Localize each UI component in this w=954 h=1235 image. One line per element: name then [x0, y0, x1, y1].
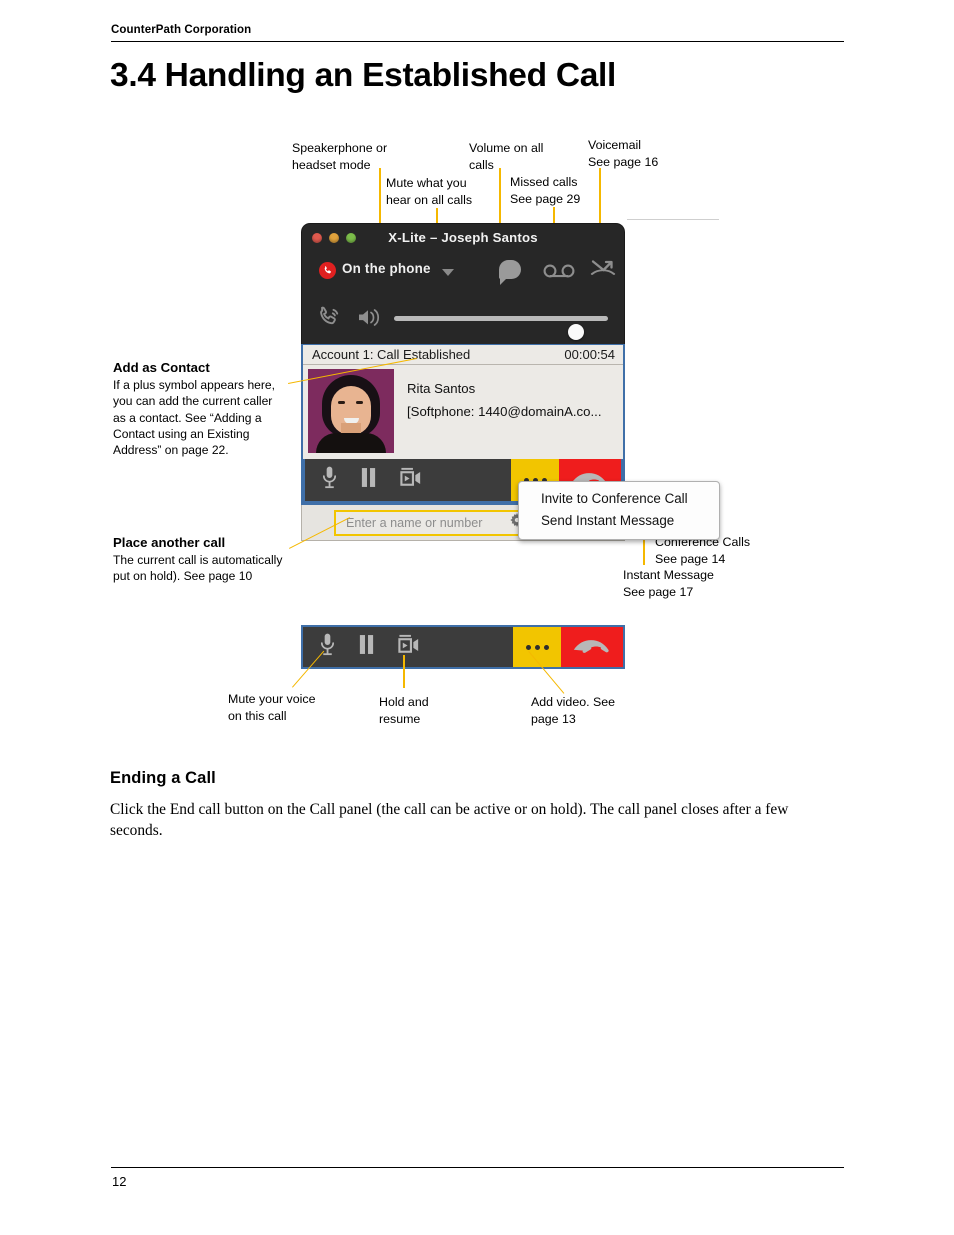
- presence-status-label[interactable]: On the phone: [342, 261, 431, 276]
- menu-item-invite-conference[interactable]: Invite to Conference Call: [519, 488, 719, 510]
- add-video-icon[interactable]: [397, 634, 422, 661]
- callout-mute-hear: Mute what you hear on all calls: [386, 176, 473, 207]
- more-dot: [543, 644, 549, 650]
- voicemail-icon[interactable]: [542, 264, 576, 278]
- microphone-icon[interactable]: [321, 465, 338, 495]
- call-toolbar-left: [305, 459, 511, 501]
- add-video-icon[interactable]: [399, 467, 424, 494]
- hold-pause-icon[interactable]: [360, 467, 377, 493]
- call-status-row: Account 1: Call Established 00:00:54: [303, 345, 623, 365]
- avatar-eye-right: [356, 401, 363, 404]
- context-menu: Invite to Conference Call Send Instant M…: [518, 481, 720, 540]
- callout-instant-message: Instant Message See page 17: [623, 568, 714, 599]
- callout-place-call-body: The current call is automatically put on…: [113, 553, 283, 584]
- caller-name: Rita Santos: [407, 381, 476, 396]
- header-rule: [111, 41, 844, 42]
- section-heading: Ending a Call: [110, 769, 216, 787]
- document-page: CounterPath Corporation 3.4 Handling an …: [0, 0, 954, 1235]
- speakerphone-headset-icon[interactable]: [316, 304, 343, 331]
- call-account-status: Account 1: Call Established: [312, 347, 471, 362]
- missed-calls-icon[interactable]: [590, 259, 616, 283]
- callout-missed-calls: Missed calls See page 29: [510, 175, 581, 206]
- volume-slider-knob[interactable]: [568, 324, 584, 340]
- microphone-icon[interactable]: [319, 632, 336, 662]
- mute-speaker-icon[interactable]: [356, 305, 382, 330]
- artifact-rule: [627, 219, 719, 220]
- call-info: Rita Santos [Softphone: 1440@domainA.co.…: [394, 369, 601, 453]
- hold-pause-icon[interactable]: [358, 634, 375, 660]
- call-duration: 00:00:54: [564, 347, 615, 362]
- more-dot: [525, 644, 531, 650]
- page-title: 3.4 Handling an Established Call: [110, 57, 617, 94]
- callout-hold-resume: Hold and resume: [379, 695, 429, 726]
- callout-place-call-title: Place another call: [113, 535, 226, 550]
- search-input[interactable]: Enter a name or number: [334, 509, 534, 536]
- softphone-titlebar-area: X-Lite – Joseph Santos On the phone: [301, 223, 625, 344]
- volume-row: [302, 302, 624, 340]
- call-toolbar-detail-left: [303, 627, 513, 667]
- more-dot: [534, 644, 540, 650]
- callout-add-contact-body: If a plus symbol appears here, you can a…: [113, 378, 276, 458]
- callout-speakerphone: Speakerphone or headset mode: [292, 141, 388, 172]
- volume-slider-track[interactable]: [394, 316, 608, 340]
- section-paragraph: Click the End call button on the Call pa…: [110, 801, 789, 839]
- end-call-button[interactable]: [561, 627, 623, 667]
- window-title: X-Lite – Joseph Santos: [388, 230, 538, 245]
- avatar-shoulders: [316, 433, 386, 453]
- presence-row: On the phone: [302, 258, 624, 292]
- header-company: CounterPath Corporation: [111, 24, 252, 36]
- caller-address: [Softphone: 1440@domainA.co...: [407, 404, 602, 419]
- avatar: [308, 369, 394, 453]
- page-number: 12: [112, 1174, 127, 1189]
- chevron-down-icon[interactable]: [442, 269, 454, 276]
- callout-add-video: Add video. See page 13: [531, 695, 616, 726]
- leader-line-hold-resume: [403, 655, 405, 688]
- callout-mute-voice: Mute your voice on this call: [228, 692, 316, 723]
- callout-volume: Volume on all calls: [469, 141, 544, 172]
- running-header: CounterPath Corporation: [111, 24, 844, 42]
- footer-rule: [111, 1167, 844, 1168]
- search-placeholder: Enter a name or number: [346, 515, 483, 530]
- callout-add-contact-title: Add as Contact: [113, 360, 210, 375]
- call-toolbar-detail: [301, 625, 625, 669]
- presence-phone-icon: [319, 262, 336, 279]
- avatar-eye-left: [338, 401, 345, 404]
- chat-bubble-icon[interactable]: [499, 260, 521, 285]
- call-body: Rita Santos [Softphone: 1440@domainA.co.…: [303, 365, 623, 459]
- callout-voicemail: Voicemail See page 16: [588, 138, 659, 169]
- menu-item-send-instant-message[interactable]: Send Instant Message: [519, 510, 719, 532]
